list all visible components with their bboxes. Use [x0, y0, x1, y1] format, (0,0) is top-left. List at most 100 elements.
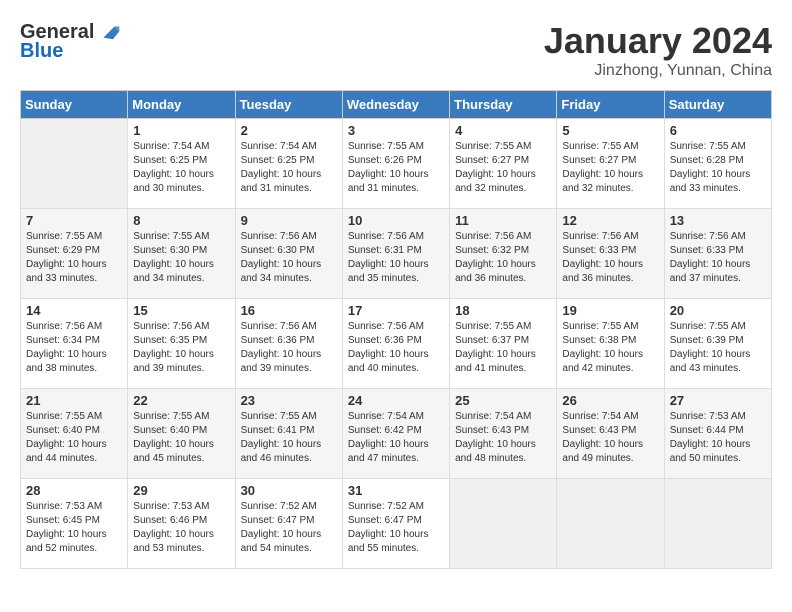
day-info: Sunrise: 7:55 AM Sunset: 6:27 PM Dayligh…	[562, 140, 658, 196]
day-info: Sunrise: 7:55 AM Sunset: 6:40 PM Dayligh…	[133, 410, 229, 466]
calendar-table: SundayMondayTuesdayWednesdayThursdayFrid…	[20, 90, 772, 569]
page-header: General Blue January 2024 Jinzhong, Yunn…	[20, 20, 772, 80]
column-header-friday: Friday	[557, 91, 664, 119]
calendar-cell: 23 Sunrise: 7:55 AM Sunset: 6:41 PM Dayli…	[235, 389, 342, 479]
day-number: 13	[670, 213, 766, 228]
day-info: Sunrise: 7:54 AM Sunset: 6:42 PM Dayligh…	[348, 410, 444, 466]
week-row-1: 1 Sunrise: 7:54 AM Sunset: 6:25 PM Daylig…	[21, 119, 772, 209]
day-number: 17	[348, 303, 444, 318]
column-header-monday: Monday	[128, 91, 235, 119]
day-number: 21	[26, 393, 122, 408]
day-number: 6	[670, 123, 766, 138]
calendar-cell: 17 Sunrise: 7:56 AM Sunset: 6:36 PM Dayli…	[342, 299, 449, 389]
calendar-cell: 6 Sunrise: 7:55 AM Sunset: 6:28 PM Daylig…	[664, 119, 771, 209]
calendar-cell: 5Sunrise: 7:55 AM Sunset: 6:27 PM Daylig…	[557, 119, 664, 209]
day-info: Sunrise: 7:55 AM Sunset: 6:26 PM Dayligh…	[348, 140, 444, 196]
day-info: Sunrise: 7:52 AM Sunset: 6:47 PM Dayligh…	[348, 500, 444, 556]
week-row-4: 21 Sunrise: 7:55 AM Sunset: 6:40 PM Dayli…	[21, 389, 772, 479]
day-info: Sunrise: 7:55 AM Sunset: 6:37 PM Dayligh…	[455, 320, 551, 376]
calendar-cell: 25 Sunrise: 7:54 AM Sunset: 6:43 PM Dayli…	[450, 389, 557, 479]
day-number: 14	[26, 303, 122, 318]
day-number: 29	[133, 483, 229, 498]
day-number: 18	[455, 303, 551, 318]
day-number: 19	[562, 303, 658, 318]
calendar-cell: 22Sunrise: 7:55 AM Sunset: 6:40 PM Dayli…	[128, 389, 235, 479]
day-number: 15	[133, 303, 229, 318]
calendar-cell: 15 Sunrise: 7:56 AM Sunset: 6:35 PM Dayli…	[128, 299, 235, 389]
day-info: Sunrise: 7:56 AM Sunset: 6:33 PM Dayligh…	[670, 230, 766, 286]
day-number: 28	[26, 483, 122, 498]
calendar-cell: 31 Sunrise: 7:52 AM Sunset: 6:47 PM Dayli…	[342, 479, 449, 569]
week-row-2: 7Sunrise: 7:55 AM Sunset: 6:29 PM Daylig…	[21, 209, 772, 299]
calendar-cell: 21Sunrise: 7:55 AM Sunset: 6:40 PM Dayli…	[21, 389, 128, 479]
day-number: 30	[241, 483, 337, 498]
calendar-cell	[21, 119, 128, 209]
calendar-cell: 18 Sunrise: 7:55 AM Sunset: 6:37 PM Dayli…	[450, 299, 557, 389]
day-number: 4	[455, 123, 551, 138]
logo-icon	[97, 20, 121, 44]
calendar-cell: 20Sunrise: 7:55 AM Sunset: 6:39 PM Dayli…	[664, 299, 771, 389]
column-header-sunday: Sunday	[21, 91, 128, 119]
calendar-cell: 7Sunrise: 7:55 AM Sunset: 6:29 PM Daylig…	[21, 209, 128, 299]
calendar-cell: 4 Sunrise: 7:55 AM Sunset: 6:27 PM Daylig…	[450, 119, 557, 209]
calendar-cell	[664, 479, 771, 569]
calendar-cell: 27Sunrise: 7:53 AM Sunset: 6:44 PM Dayli…	[664, 389, 771, 479]
logo: General Blue	[20, 20, 121, 63]
calendar-cell	[557, 479, 664, 569]
day-info: Sunrise: 7:56 AM Sunset: 6:31 PM Dayligh…	[348, 230, 444, 286]
location: Jinzhong, Yunnan, China	[544, 62, 772, 80]
logo-blue-text: Blue	[20, 40, 63, 63]
day-number: 26	[562, 393, 658, 408]
day-info: Sunrise: 7:55 AM Sunset: 6:27 PM Dayligh…	[455, 140, 551, 196]
day-number: 23	[241, 393, 337, 408]
calendar-cell: 3Sunrise: 7:55 AM Sunset: 6:26 PM Daylig…	[342, 119, 449, 209]
column-header-thursday: Thursday	[450, 91, 557, 119]
day-info: Sunrise: 7:55 AM Sunset: 6:28 PM Dayligh…	[670, 140, 766, 196]
day-number: 11	[455, 213, 551, 228]
title-section: January 2024 Jinzhong, Yunnan, China	[544, 20, 772, 80]
day-info: Sunrise: 7:56 AM Sunset: 6:36 PM Dayligh…	[348, 320, 444, 376]
calendar-cell: 26 Sunrise: 7:54 AM Sunset: 6:43 PM Dayli…	[557, 389, 664, 479]
calendar-cell: 10 Sunrise: 7:56 AM Sunset: 6:31 PM Dayli…	[342, 209, 449, 299]
day-info: Sunrise: 7:53 AM Sunset: 6:45 PM Dayligh…	[26, 500, 122, 556]
calendar-cell: 1 Sunrise: 7:54 AM Sunset: 6:25 PM Daylig…	[128, 119, 235, 209]
day-number: 10	[348, 213, 444, 228]
day-number: 8	[133, 213, 229, 228]
day-number: 25	[455, 393, 551, 408]
calendar-cell	[450, 479, 557, 569]
day-info: Sunrise: 7:55 AM Sunset: 6:39 PM Dayligh…	[670, 320, 766, 376]
calendar-cell: 30 Sunrise: 7:52 AM Sunset: 6:47 PM Dayli…	[235, 479, 342, 569]
calendar-cell: 2 Sunrise: 7:54 AM Sunset: 6:25 PM Daylig…	[235, 119, 342, 209]
day-info: Sunrise: 7:56 AM Sunset: 6:35 PM Dayligh…	[133, 320, 229, 376]
calendar-cell: 13 Sunrise: 7:56 AM Sunset: 6:33 PM Dayli…	[664, 209, 771, 299]
day-info: Sunrise: 7:54 AM Sunset: 6:43 PM Dayligh…	[562, 410, 658, 466]
day-number: 1	[133, 123, 229, 138]
day-info: Sunrise: 7:52 AM Sunset: 6:47 PM Dayligh…	[241, 500, 337, 556]
day-info: Sunrise: 7:56 AM Sunset: 6:36 PM Dayligh…	[241, 320, 337, 376]
calendar-cell: 19 Sunrise: 7:55 AM Sunset: 6:38 PM Dayli…	[557, 299, 664, 389]
day-info: Sunrise: 7:55 AM Sunset: 6:38 PM Dayligh…	[562, 320, 658, 376]
day-number: 27	[670, 393, 766, 408]
day-info: Sunrise: 7:55 AM Sunset: 6:29 PM Dayligh…	[26, 230, 122, 286]
day-number: 31	[348, 483, 444, 498]
day-info: Sunrise: 7:54 AM Sunset: 6:25 PM Dayligh…	[133, 140, 229, 196]
day-info: Sunrise: 7:55 AM Sunset: 6:41 PM Dayligh…	[241, 410, 337, 466]
calendar-cell: 24Sunrise: 7:54 AM Sunset: 6:42 PM Dayli…	[342, 389, 449, 479]
calendar-cell: 14Sunrise: 7:56 AM Sunset: 6:34 PM Dayli…	[21, 299, 128, 389]
week-row-3: 14Sunrise: 7:56 AM Sunset: 6:34 PM Dayli…	[21, 299, 772, 389]
day-info: Sunrise: 7:56 AM Sunset: 6:30 PM Dayligh…	[241, 230, 337, 286]
day-info: Sunrise: 7:54 AM Sunset: 6:25 PM Dayligh…	[241, 140, 337, 196]
calendar-cell: 29Sunrise: 7:53 AM Sunset: 6:46 PM Dayli…	[128, 479, 235, 569]
month-title: January 2024	[544, 20, 772, 62]
day-number: 12	[562, 213, 658, 228]
day-number: 2	[241, 123, 337, 138]
calendar-cell: 12 Sunrise: 7:56 AM Sunset: 6:33 PM Dayli…	[557, 209, 664, 299]
week-row-5: 28 Sunrise: 7:53 AM Sunset: 6:45 PM Dayli…	[21, 479, 772, 569]
calendar-cell: 28 Sunrise: 7:53 AM Sunset: 6:45 PM Dayli…	[21, 479, 128, 569]
column-header-saturday: Saturday	[664, 91, 771, 119]
day-info: Sunrise: 7:56 AM Sunset: 6:33 PM Dayligh…	[562, 230, 658, 286]
day-info: Sunrise: 7:54 AM Sunset: 6:43 PM Dayligh…	[455, 410, 551, 466]
header-row: SundayMondayTuesdayWednesdayThursdayFrid…	[21, 91, 772, 119]
day-info: Sunrise: 7:55 AM Sunset: 6:30 PM Dayligh…	[133, 230, 229, 286]
calendar-cell: 11Sunrise: 7:56 AM Sunset: 6:32 PM Dayli…	[450, 209, 557, 299]
